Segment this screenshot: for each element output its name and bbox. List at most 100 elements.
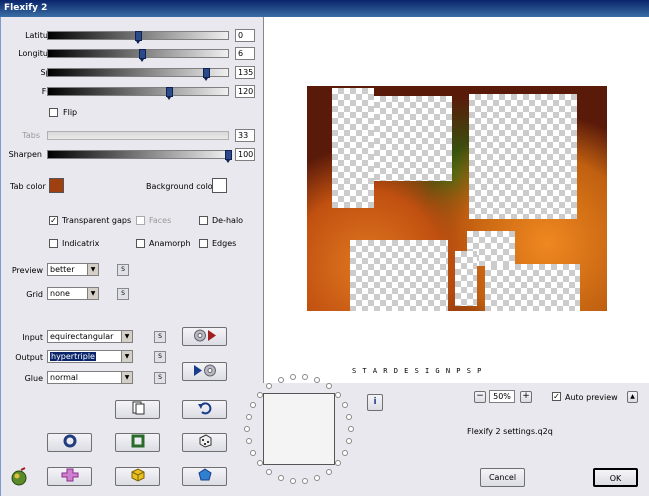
navigator-dot[interactable] bbox=[346, 413, 353, 420]
input-s-button[interactable]: S bbox=[154, 331, 166, 343]
spin-slider[interactable] bbox=[47, 68, 229, 81]
navigator-dot[interactable] bbox=[245, 413, 252, 420]
longitude-slider[interactable] bbox=[47, 49, 229, 62]
grid-s-button[interactable]: S bbox=[117, 288, 129, 300]
navigator-dot[interactable] bbox=[342, 401, 349, 408]
anamorph-label: Anamorph bbox=[149, 239, 191, 248]
transparent-gap bbox=[332, 88, 374, 208]
navigator-dot[interactable] bbox=[346, 438, 353, 445]
faces-checkbox bbox=[136, 216, 145, 225]
edges-label: Edges bbox=[212, 239, 237, 248]
randomize-button[interactable] bbox=[182, 433, 227, 452]
spin-value[interactable]: 135 bbox=[235, 66, 255, 79]
fov-thumb[interactable] bbox=[165, 87, 173, 100]
cancel-button[interactable]: Cancel bbox=[480, 468, 525, 487]
info-button[interactable]: i bbox=[367, 394, 383, 411]
fov-slider[interactable] bbox=[47, 87, 229, 100]
output-label: Output bbox=[15, 353, 43, 362]
navigator-dot[interactable] bbox=[266, 383, 273, 390]
spin-thumb[interactable] bbox=[203, 68, 211, 81]
output-s-button[interactable]: S bbox=[154, 351, 166, 363]
faces-label: Faces bbox=[149, 216, 172, 225]
flip-checkbox[interactable] bbox=[49, 108, 58, 117]
cross-shape-button[interactable] bbox=[47, 467, 92, 486]
navigator-dot[interactable] bbox=[266, 468, 273, 475]
longitude-value[interactable]: 6 bbox=[235, 47, 255, 60]
glue-s-button[interactable]: S bbox=[154, 372, 166, 384]
input-label: Input bbox=[22, 333, 43, 342]
undo-button[interactable] bbox=[182, 400, 227, 419]
dehalo-checkbox[interactable] bbox=[199, 216, 208, 225]
output-select[interactable]: hypertriple ▼ bbox=[47, 350, 133, 363]
chevron-down-icon: ▼ bbox=[121, 331, 132, 342]
cross-icon bbox=[61, 468, 78, 482]
sharpen-value[interactable]: 100 bbox=[235, 148, 255, 161]
navigator-dot[interactable] bbox=[325, 468, 332, 475]
preview-quality-label: Preview bbox=[11, 266, 43, 275]
zoom-out-button[interactable]: − bbox=[474, 391, 486, 403]
sharpen-slider[interactable] bbox=[47, 150, 232, 163]
navigator-dot[interactable] bbox=[334, 391, 341, 398]
navigator-dot[interactable] bbox=[334, 460, 341, 467]
fov-value[interactable]: 120 bbox=[235, 85, 255, 98]
navigator-dot[interactable] bbox=[342, 450, 349, 457]
navigator-dot[interactable] bbox=[249, 401, 256, 408]
settings-filename: Flexify 2 settings.q2q bbox=[467, 427, 553, 436]
pentagon-shape-button[interactable] bbox=[182, 467, 227, 486]
indicatrix-checkbox[interactable] bbox=[49, 239, 58, 248]
preview-s-button[interactable]: S bbox=[117, 264, 129, 276]
chevron-down-icon: ▼ bbox=[121, 351, 132, 362]
import-forward-button[interactable] bbox=[182, 327, 227, 346]
ring-shape-button[interactable] bbox=[47, 433, 92, 452]
latitude-slider[interactable] bbox=[47, 31, 229, 44]
preview-pane bbox=[263, 17, 649, 383]
zoom-in-button[interactable]: + bbox=[520, 391, 532, 403]
glue-select[interactable]: normal ▼ bbox=[47, 371, 133, 384]
latitude-thumb[interactable] bbox=[135, 31, 142, 44]
navigator-dot[interactable] bbox=[302, 477, 309, 484]
anamorph-checkbox[interactable] bbox=[136, 239, 145, 248]
tab-color-swatch[interactable] bbox=[49, 178, 64, 193]
navigator-dot[interactable] bbox=[325, 383, 332, 390]
tabs-label: Tabs bbox=[22, 131, 40, 140]
auto-preview-checkbox[interactable]: ✓ bbox=[552, 392, 561, 401]
chevron-down-icon: ▼ bbox=[121, 372, 132, 383]
indicatrix-label: Indicatrix bbox=[62, 239, 100, 248]
background-color-swatch[interactable] bbox=[212, 178, 227, 193]
grid-label: Grid bbox=[26, 290, 43, 299]
transparent-gaps-checkbox[interactable]: ✓ bbox=[49, 216, 58, 225]
tabs-value[interactable]: 33 bbox=[235, 129, 255, 142]
preview-quality-select[interactable]: better ▼ bbox=[47, 263, 99, 276]
navigator-dot[interactable] bbox=[277, 377, 284, 384]
square-icon bbox=[131, 434, 144, 448]
watermark-text: S T A R D E S I G N P S P bbox=[352, 367, 483, 375]
navigator-dot[interactable] bbox=[245, 438, 252, 445]
cube-shape-button[interactable] bbox=[115, 467, 160, 486]
preview-image bbox=[307, 86, 607, 311]
sharpen-thumb[interactable] bbox=[225, 150, 232, 163]
square-shape-button[interactable] bbox=[115, 433, 160, 452]
copy-button[interactable] bbox=[115, 400, 160, 419]
edges-checkbox[interactable] bbox=[199, 239, 208, 248]
navigator-dot[interactable] bbox=[244, 426, 250, 432]
collapse-button[interactable]: ▲ bbox=[627, 391, 638, 403]
ok-button[interactable]: OK bbox=[593, 468, 638, 487]
pentagon-icon bbox=[197, 468, 212, 481]
grid-select[interactable]: none ▼ bbox=[47, 287, 99, 300]
latitude-value[interactable]: 0 bbox=[235, 29, 255, 42]
navigator-dot[interactable] bbox=[257, 460, 264, 467]
navigator-dot[interactable] bbox=[314, 474, 321, 481]
longitude-thumb[interactable] bbox=[138, 49, 146, 62]
export-forward-button[interactable] bbox=[182, 362, 227, 381]
navigator-dot[interactable] bbox=[277, 474, 284, 481]
input-select[interactable]: equirectangular ▼ bbox=[47, 330, 133, 343]
navigator-dot[interactable] bbox=[257, 391, 264, 398]
navigator-thumbnail[interactable] bbox=[263, 393, 335, 465]
transparent-gap bbox=[374, 96, 452, 181]
navigator-dot[interactable] bbox=[249, 450, 256, 457]
zoom-level[interactable]: 50% bbox=[489, 390, 515, 403]
cube-icon bbox=[131, 468, 144, 482]
navigator-dot[interactable] bbox=[289, 477, 296, 484]
navigator-dot[interactable] bbox=[348, 426, 354, 432]
chevron-down-icon: ▼ bbox=[87, 264, 98, 275]
